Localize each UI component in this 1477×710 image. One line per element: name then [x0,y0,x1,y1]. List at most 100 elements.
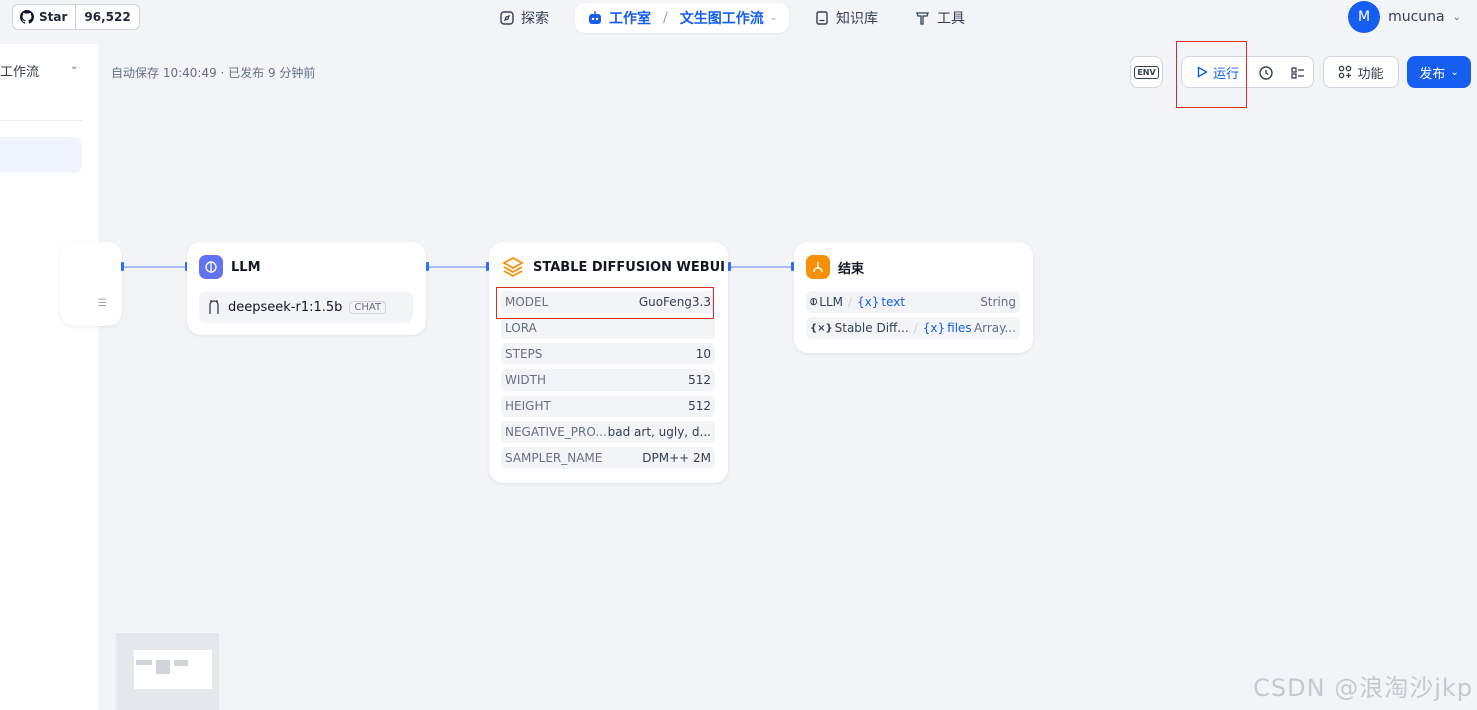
checklist-icon[interactable] [1290,65,1306,85]
sd-param-row: SAMPLER_NAME DPM++ 2M [501,447,715,469]
variable-icon: {x} [857,295,880,309]
param-value: 512 [688,373,711,387]
chat-badge: CHAT [349,300,387,314]
param-value: bad art, ugly, d... [607,425,711,439]
autosave-status: 自动保存 10:40:49 · 已发布 9 分钟前 [111,66,316,80]
publish-label: 发布 [1419,66,1446,82]
output-var-name: text [881,295,906,309]
param-name: SAMPLER_NAME [505,451,603,465]
edge-start-llm [122,266,188,268]
env-button[interactable]: ENV [1130,56,1163,88]
end-output-row: {×} Stable Diff... / {x} files Array... [806,317,1020,339]
param-value: 10 [695,347,711,361]
sidebar-item-active[interactable] [0,137,82,173]
chevron-down-icon: ⌄ [1452,11,1461,23]
variable-icon: {x} [922,321,946,335]
sd-param-row: WIDTH 512 [501,369,715,391]
nav-studio[interactable]: 工作室 / 文生图工作流 ⌄ [575,3,789,33]
flag-icon [806,255,830,279]
minimap[interactable] [116,633,219,710]
output-var: ⦶ LLM / {x} text [810,295,905,309]
watermark: CSDN @浪淘沙jkp [1253,674,1473,702]
end-node-header: 结束 [806,255,864,279]
end-node[interactable]: 结束 ⦶ LLM / {x} text String {×} Stable Di… [794,242,1033,353]
edge-handle[interactable] [728,262,731,271]
features-button[interactable]: 功能 [1323,56,1399,88]
sd-node-title: STABLE DIFFUSION WEBUI [533,259,726,275]
book-icon [816,11,828,25]
divider [0,120,82,121]
output-var-name: files [947,321,972,335]
output-var: {×} Stable Diff... / {x} files [810,321,972,335]
chevron-down-icon: ⌄ [1450,66,1459,78]
start-node[interactable]: ☰ [60,242,122,326]
llm-node-title: LLM [231,259,261,275]
sd-node-header: STABLE DIFFUSION WEBUI [501,255,725,279]
nav-tools[interactable]: 工具 [915,3,965,33]
history-icon[interactable] [1258,65,1274,85]
run-highlight-box [1176,41,1247,108]
param-name: HEIGHT [505,399,551,413]
main-nav: 探索 工作室 / 文生图工作流 ⌄ 知识库 工具 [0,3,1477,33]
param-name: NEGATIVE_PRO... [505,425,607,439]
stable-diffusion-icon [502,256,524,278]
nav-knowledge-label: 知识库 [836,11,878,27]
chevron-down-icon[interactable]: ⌄ [70,61,78,72]
param-value: DPM++ 2M [642,451,711,465]
app-selector[interactable]: 工作流 [0,61,39,80]
sd-param-row: LORA [501,317,715,339]
variable-icon: {×} [810,322,833,334]
list-icon: ☰ [98,298,107,309]
param-name: STEPS [505,347,543,361]
llm-model-name: deepseek-r1:1.5b [228,299,343,315]
compass-icon [500,11,514,25]
env-icon: ENV [1134,65,1159,79]
minimap-node [156,660,170,674]
nav-explore[interactable]: 探索 [499,3,549,33]
sd-param-row: STEPS 10 [501,343,715,365]
edge-handle[interactable] [426,262,429,271]
sd-param-row: NEGATIVE_PRO... bad art, ugly, d... [501,421,715,443]
edge-sd-end [728,266,794,268]
chevron-down-icon: ⌄ [769,13,778,23]
edge-llm-sd [426,266,490,268]
features-label: 功能 [1357,66,1384,82]
brain-icon: ⦶ [810,296,818,308]
app-name-dropdown[interactable]: 文生图工作流 [680,8,764,28]
output-type: Array... [973,321,1016,335]
param-value: 512 [688,399,711,413]
nav-tools-label: 工具 [937,11,965,27]
nav-explore-label: 探索 [521,11,549,27]
param-name: WIDTH [505,373,546,387]
var-separator: / [848,295,853,309]
nav-knowledge[interactable]: 知识库 [814,3,878,33]
user-name: mucuna [1388,9,1445,25]
output-type: String [980,295,1016,309]
llm-node-header: LLM [199,255,261,279]
left-panel: 工作流 ⌄ [0,44,98,710]
minimap-node [174,660,188,666]
var-separator: / [913,321,918,335]
robot-icon [589,11,601,24]
brain-icon [199,255,223,279]
sd-node[interactable]: STABLE DIFFUSION WEBUI MODEL GuoFeng3.3 L… [489,242,728,483]
avatar: M [1348,1,1381,33]
sd-param-row: HEIGHT 512 [501,395,715,417]
ollama-icon [209,300,219,314]
output-source: LLM [819,295,843,309]
edge-handle[interactable] [121,262,124,271]
end-node-title: 结束 [838,261,865,277]
hammer-icon [916,12,929,25]
nav-studio-label: 工作室 [609,11,651,27]
end-output-row: ⦶ LLM / {x} text String [806,291,1020,313]
param-name: LORA [505,321,537,335]
minimap-node [136,660,152,665]
top-bar: Star 96,522 探索 工作室 / 文生图工作流 ⌄ 知识库 工具 M m… [0,0,1477,36]
llm-model-tag: deepseek-r1:1.5b CHAT [199,291,413,323]
output-source: Stable Diff... [834,321,909,335]
publish-button[interactable]: 发布 ⌄ [1407,56,1471,88]
grid-icon [1339,65,1352,79]
minimap-viewport [134,650,212,689]
llm-node[interactable]: LLM deepseek-r1:1.5b CHAT [187,242,426,335]
user-menu[interactable]: M mucuna ⌄ [1348,1,1461,33]
